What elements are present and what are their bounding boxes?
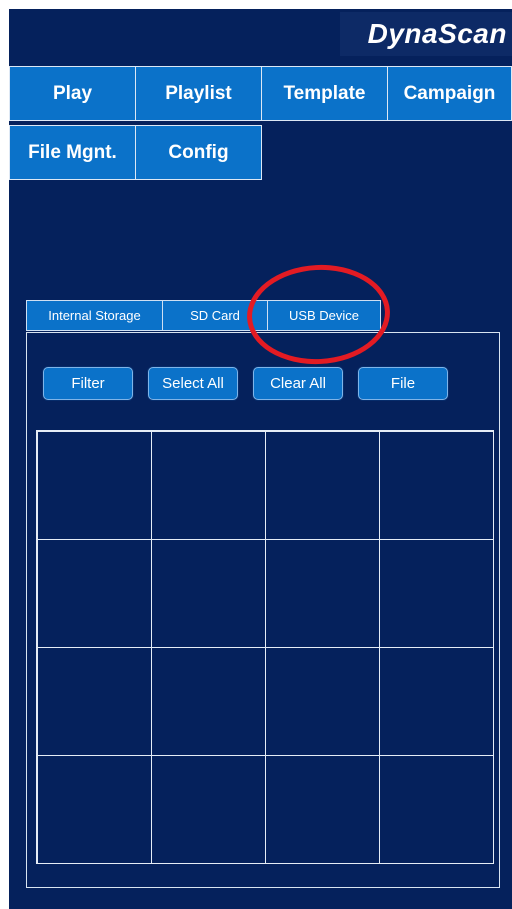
nav-playlist-button[interactable]: Playlist [135,66,262,121]
tab-sd-card[interactable]: SD Card [162,300,268,331]
file-grid-cell[interactable] [150,538,266,648]
clear-all-button[interactable]: Clear All [253,367,343,400]
nav-campaign-label: Campaign [403,82,496,104]
tab-usb-device-label: USB Device [288,308,360,323]
file-grid-cell[interactable] [378,754,494,864]
nav-template-label: Template [283,82,366,104]
tab-internal-storage[interactable]: Internal Storage [26,300,163,331]
nav-play-label: Play [52,82,93,104]
nav-play-button[interactable]: Play [9,66,136,121]
nav-file-mgnt-label: File Mgnt. [28,141,117,163]
file-grid-cell[interactable] [378,538,494,648]
tab-internal-storage-label: Internal Storage [48,308,141,323]
clear-all-button-label: Clear All [270,375,326,392]
nav-playlist-label: Playlist [165,82,232,104]
file-grid-cell[interactable] [36,646,152,756]
file-grid-cell[interactable] [150,646,266,756]
file-grid-cell[interactable] [264,754,380,864]
tab-sd-card-label: SD Card [190,308,240,323]
file-button[interactable]: File [358,367,448,400]
file-grid-cell[interactable] [36,538,152,648]
tab-usb-device[interactable]: USB Device [267,300,381,331]
file-grid-cell[interactable] [264,538,380,648]
filter-button[interactable]: Filter [43,367,133,400]
nav-file-mgnt-button[interactable]: File Mgnt. [9,125,136,180]
file-grid [36,430,494,864]
file-grid-cell[interactable] [150,754,266,864]
file-grid-cell[interactable] [36,754,152,864]
nav-config-button[interactable]: Config [135,125,262,180]
file-grid-cell[interactable] [36,430,152,540]
file-button-label: File [390,375,416,392]
select-all-button-label: Select All [162,375,224,392]
filter-button-label: Filter [71,375,105,392]
nav-config-label: Config [168,141,229,163]
app-screen: DynaScan Play Playlist Template Campaign… [9,9,512,909]
file-grid-cell[interactable] [378,646,494,756]
file-grid-cell[interactable] [150,430,266,540]
nav-campaign-button[interactable]: Campaign [387,66,512,121]
brand-logo-text: DynaScan [367,18,507,49]
nav-template-button[interactable]: Template [261,66,388,121]
select-all-button[interactable]: Select All [148,367,238,400]
brand-logo: DynaScan [340,12,512,56]
file-grid-cell[interactable] [378,430,494,540]
file-grid-cell[interactable] [264,646,380,756]
file-grid-cell[interactable] [264,430,380,540]
